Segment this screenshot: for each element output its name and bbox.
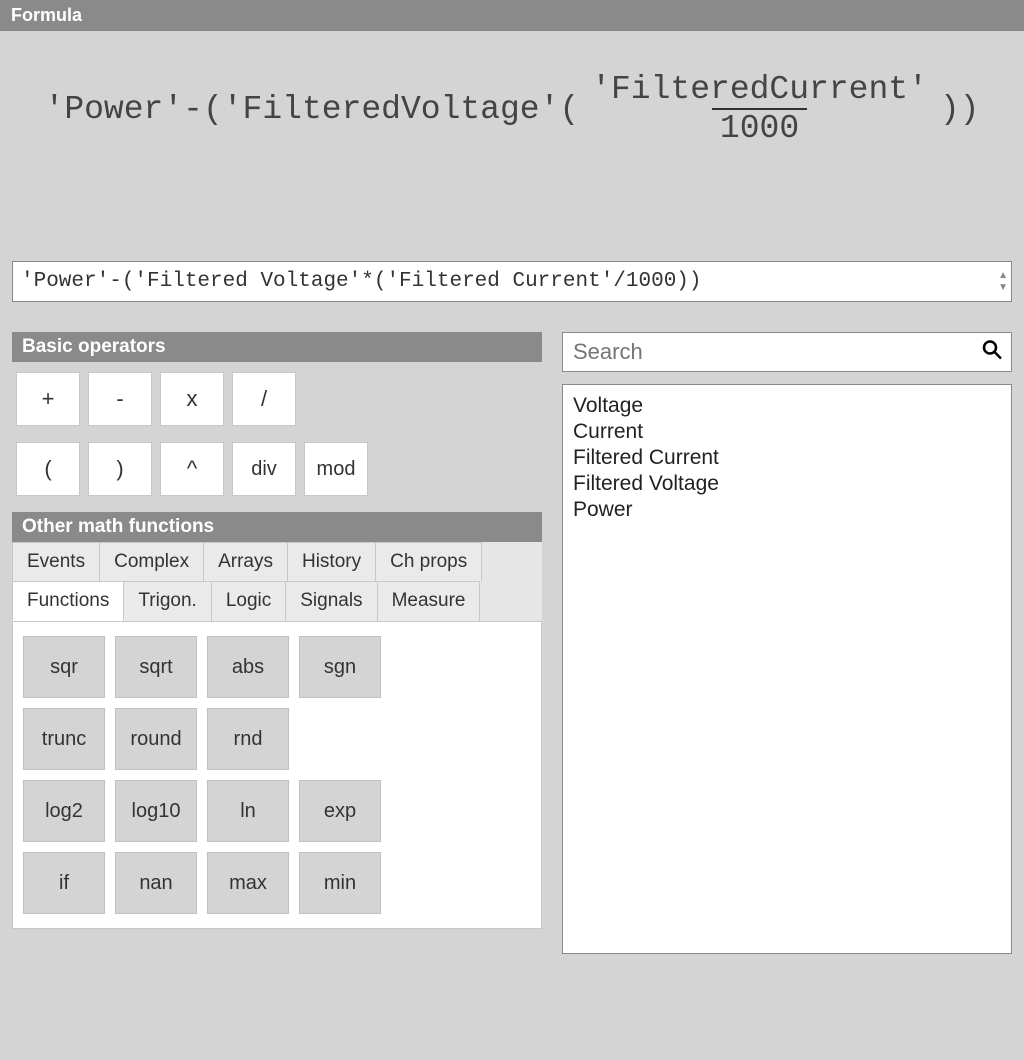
functions-header: Other math functions [12,512,542,542]
formula-part-prefix: 'Power'-('FilteredVoltage'( [45,91,580,128]
tab-history[interactable]: History [287,542,376,581]
op-div-button[interactable]: / [232,372,296,426]
op-pow-button[interactable]: ^ [160,442,224,496]
tab-events[interactable]: Events [12,542,100,581]
tab-chprops[interactable]: Ch props [375,542,482,581]
fn-abs-button[interactable]: abs [207,636,289,698]
formula-numerator: 'FilteredCurrent' [583,71,936,108]
fn-sgn-button[interactable]: sgn [299,636,381,698]
tabs-row-1: Events Complex Arrays History Ch props [12,542,542,581]
op-sub-button[interactable]: - [88,372,152,426]
formula-fraction: 'FilteredCurrent' 1000 [583,71,936,147]
fn-trunc-button[interactable]: trunc [23,708,105,770]
fn-ln-button[interactable]: ln [207,780,289,842]
operators-header: Basic operators [12,332,542,362]
search-icon[interactable] [982,340,1002,365]
spinner-up-icon[interactable]: ▲ [998,271,1008,281]
list-item[interactable]: Filtered Voltage [573,471,1001,497]
tab-functions[interactable]: Functions [12,581,124,621]
op-intdiv-button[interactable]: div [232,442,296,496]
tabs-row-2: Functions Trigon. Logic Signals Measure [12,581,542,621]
op-mul-button[interactable]: x [160,372,224,426]
search-input[interactable] [562,332,1012,372]
spinner-down-icon[interactable]: ▼ [998,283,1008,293]
functions-panel: sqr sqrt abs sgn trunc round rnd log2 lo… [12,621,542,929]
op-rparen-button[interactable]: ) [88,442,152,496]
tab-logic[interactable]: Logic [211,581,286,621]
fn-exp-button[interactable]: exp [299,780,381,842]
formula-rendered: 'Power'-('FilteredVoltage'( 'FilteredCur… [45,71,980,147]
formula-part-suffix: )) [940,91,980,128]
search-container [562,332,1012,372]
fn-max-button[interactable]: max [207,852,289,914]
op-lparen-button[interactable]: ( [16,442,80,496]
op-add-button[interactable]: + [16,372,80,426]
formula-input-spinner[interactable]: ▲ ▼ [998,271,1008,293]
tab-measure[interactable]: Measure [377,581,481,621]
list-item[interactable]: Current [573,419,1001,445]
formula-header: Formula [0,0,1024,31]
formula-input-container: ▲ ▼ [12,261,1012,302]
list-item[interactable]: Filtered Current [573,445,1001,471]
op-mod-button[interactable]: mod [304,442,368,496]
operators-grid: + - x / ( ) ^ div mod [12,362,542,512]
formula-render-area: 'Power'-('FilteredVoltage'( 'FilteredCur… [0,31,1024,251]
fn-log10-button[interactable]: log10 [115,780,197,842]
fn-log2-button[interactable]: log2 [23,780,105,842]
fn-if-button[interactable]: if [23,852,105,914]
formula-denominator: 1000 [712,108,807,147]
tab-complex[interactable]: Complex [99,542,204,581]
fn-sqr-button[interactable]: sqr [23,636,105,698]
fn-round-button[interactable]: round [115,708,197,770]
fn-sqrt-button[interactable]: sqrt [115,636,197,698]
tab-signals[interactable]: Signals [285,581,377,621]
fn-rnd-button[interactable]: rnd [207,708,289,770]
fn-min-button[interactable]: min [299,852,381,914]
tab-arrays[interactable]: Arrays [203,542,288,581]
list-item[interactable]: Power [573,497,1001,523]
variable-list[interactable]: Voltage Current Filtered Current Filtere… [562,384,1012,954]
tab-trigon[interactable]: Trigon. [123,581,211,621]
list-item[interactable]: Voltage [573,393,1001,419]
fn-nan-button[interactable]: nan [115,852,197,914]
formula-input[interactable] [12,261,1012,302]
